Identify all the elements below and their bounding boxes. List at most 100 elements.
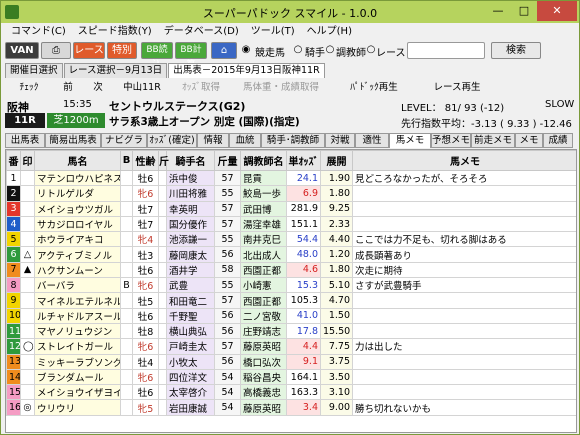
cell-jockey: 浜中俊 (166, 169, 215, 187)
title-bar[interactable]: スーパーパドック スマイル - 1.0.0 — □ ✕ (1, 1, 579, 23)
table-row[interactable]: 11 マヤノリュウジン 牡8 横山典弘 56 庄野靖志 17.8 15.50 (6, 322, 576, 340)
cell-jockey: 酒井学 (166, 261, 215, 279)
cell-sex-age: 牝6 (132, 368, 159, 386)
cell-trainer: 二ノ宮敬 (240, 307, 287, 324)
table-row[interactable]: 7 ▲ ハクサンムーン 牡6 酒井学 58 西園正都 4.6 1.80 次走に期待 (6, 261, 576, 279)
col-horse-header[interactable]: 馬名 (34, 150, 121, 171)
race-button[interactable]: レース (73, 42, 105, 59)
col-tenkai-header[interactable]: 展開 (320, 150, 353, 171)
tab-odds[interactable]: ｵｯｽﾞ(確定) (147, 133, 197, 148)
tab-pedigree[interactable]: 血統 (229, 133, 261, 148)
menu-help[interactable]: ヘルプ(H) (301, 23, 358, 41)
tab-horse-memo[interactable]: 馬メモ (389, 133, 431, 148)
get-weight-results-button[interactable]: 馬体重・成績取得 (231, 81, 331, 95)
search-input[interactable] (407, 42, 485, 59)
col-odds-header[interactable]: 単ｵｯｽﾞ (286, 150, 321, 171)
check-button[interactable]: ﾁｪｯｸ (5, 81, 53, 95)
next-button[interactable]: 次 (83, 81, 113, 95)
col-mark-header[interactable]: 印 (20, 150, 35, 171)
cell-blinker (120, 261, 133, 279)
tab-simple-card[interactable]: 簡易出馬表 (45, 133, 101, 148)
table-row[interactable]: 15 メイショウイザヨイ 牡6 太宰啓介 54 高橋義忠 163.3 3.10 (6, 384, 576, 401)
special-button[interactable]: 特別 (107, 42, 137, 59)
cell-blinker (120, 322, 133, 340)
cell-number: 6 (6, 246, 21, 263)
cell-weight: 57 (214, 292, 241, 309)
col-number-header[interactable]: 番 (6, 150, 21, 171)
col-sex-age-header[interactable]: 性齢 (132, 150, 159, 171)
table-row[interactable]: 2 リトルゲルダ 牝6 川田将雅 55 鮫島一歩 6.9 1.80 (6, 185, 576, 202)
table-row[interactable]: 13 ミッキーラブソング 牡4 小牧太 56 橋口弘次 9.1 3.75 (6, 353, 576, 370)
table-row[interactable]: 6 △ アクティブミノル 牡3 藤岡康太 56 北出成人 48.0 1.20 成長顕著あり (6, 246, 576, 263)
col-weight-header[interactable]: 斤量 (214, 150, 241, 171)
table-row[interactable]: 5 ホウライアキコ 牝4 池添謙一 55 南井克巳 54.4 4.40 ここでは力不足も、切れる… (6, 231, 576, 248)
cell-blinker (120, 200, 133, 217)
minimize-button[interactable]: — (485, 1, 511, 21)
tab-info[interactable]: 情報 (197, 133, 229, 148)
table-row[interactable]: 4 サカジロロイヤル 牡7 国分優作 57 湯窪幸雄 151.1 2.33 (6, 215, 576, 233)
cell-blinker (120, 185, 133, 202)
tab-race-card[interactable]: 出馬表－2015年9月13日阪神11R (168, 63, 325, 78)
table-row[interactable]: 8 バーバラ B 牝6 武豊 55 小崎憲 15.3 5.10 さすが武豊騎手 (6, 277, 576, 294)
cell-tenkai: 3.50 (320, 368, 353, 386)
table-row[interactable]: 3 メイショウツガル 牡7 幸英明 57 武田博 281.9 9.25 (6, 200, 576, 217)
col-blinker-header[interactable]: B (120, 150, 133, 171)
van-button[interactable]: VAN (5, 42, 39, 59)
tab-results[interactable]: 成績 (543, 133, 573, 148)
get-odds-button[interactable]: ｵｯｽﾞ取得 (171, 81, 231, 95)
table-row[interactable]: 10 ルチャドルアスール 牡6 千野聖 56 二ノ宮敬 41.0 1.50 (6, 307, 576, 324)
cell-horse-memo (352, 353, 576, 370)
tab-aptitude[interactable]: 適性 (355, 133, 389, 148)
search-button[interactable]: 検索 (491, 42, 541, 59)
cell-mark (20, 231, 35, 248)
menu-database[interactable]: データベース(D) (158, 23, 245, 41)
tab-race-select[interactable]: レース選択－9月13日 (63, 63, 168, 78)
col-sep-header[interactable]: 斤 (158, 150, 169, 171)
radio-jockey[interactable]: ○ (291, 42, 305, 59)
tab-prediction-memo[interactable]: 予想メモ (431, 133, 471, 148)
tab-date-select[interactable]: 開催日選択 (5, 63, 63, 78)
tab-prev-memo[interactable]: 前走メモ (471, 133, 515, 148)
table-row[interactable]: 14 ブランダムール 牝6 四位洋文 54 稲谷昌央 164.1 3.50 (6, 368, 576, 386)
race-play-button[interactable]: レース再生 (417, 81, 497, 95)
tab-matchup[interactable]: 対戦 (325, 133, 355, 148)
cell-horse-memo: 成長顕著あり (352, 246, 576, 263)
cell-horse-memo: 勝ち切れないかも (352, 399, 576, 416)
col-trainer-header[interactable]: 調教師名 (240, 150, 287, 171)
cell-odds: 6.9 (286, 185, 321, 202)
radio-horse[interactable]: ◉ (239, 42, 253, 59)
home-icon[interactable]: ⌂ (211, 42, 237, 59)
cell-sex-age: 牡7 (132, 200, 159, 217)
col-jockey-header[interactable]: 騎手名 (166, 150, 215, 171)
tab-race-card-view[interactable]: 出馬表 (5, 133, 45, 148)
paddock-play-button[interactable]: ﾊﾟﾄﾞｯｸ再生 (331, 81, 417, 95)
cell-tenkai: 4.40 (320, 231, 353, 248)
other-race-button[interactable]: 中山11R (113, 81, 171, 95)
table-row[interactable]: 9 マイネルエテルネル 牡5 和田竜二 57 西園正都 105.3 4.70 (6, 292, 576, 309)
cell-trainer: 昆貢 (240, 169, 287, 187)
menu-command[interactable]: コマンド(C) (5, 23, 72, 41)
table-row[interactable]: 16 ◎ ウリウリ 牝5 岩田康誠 54 藤原英昭 3.4 9.00 勝ち切れないかも (6, 399, 576, 416)
cell-weight: 56 (214, 307, 241, 324)
menu-tools[interactable]: ツール(T) (245, 23, 301, 41)
tab-navi-graph[interactable]: ナビグラフ (101, 133, 147, 160)
cell-number: 2 (6, 185, 21, 202)
table-row[interactable]: 1 マテンロウハピネス 牡6 浜中俊 57 昆貢 24.1 1.90 見どころなかったが、そろそ… (6, 169, 576, 187)
printer-icon[interactable]: ⎙ (41, 42, 71, 59)
cell-number: 14 (6, 368, 21, 386)
prev-button[interactable]: 前 (53, 81, 83, 95)
menu-speed-index[interactable]: スピード指数(Y) (72, 23, 158, 41)
tab-memo[interactable]: メモ (515, 133, 543, 148)
bb-read-button[interactable]: BB読込 (141, 42, 173, 70)
cell-tenkai: 4.70 (320, 292, 353, 309)
maximize-button[interactable]: □ (511, 1, 537, 21)
col-horse-memo-header[interactable]: 馬メモ (352, 150, 576, 171)
tab-jockey-trainer[interactable]: 騎手･調教師 (261, 133, 325, 148)
radio-trainer[interactable]: ○ (323, 42, 337, 59)
cell-horse-name: メイショウイザヨイ (34, 384, 121, 401)
post-time: 15:35 (63, 99, 92, 110)
close-button[interactable]: ✕ (537, 1, 577, 21)
bb-calc-button[interactable]: BB計算 (175, 42, 207, 70)
cell-sex-age: 牡6 (132, 261, 159, 279)
table-row[interactable]: 12 ◯ ストレイトガール 牝6 戸崎圭太 57 藤原英昭 4.4 7.75 力は出した (6, 338, 576, 355)
